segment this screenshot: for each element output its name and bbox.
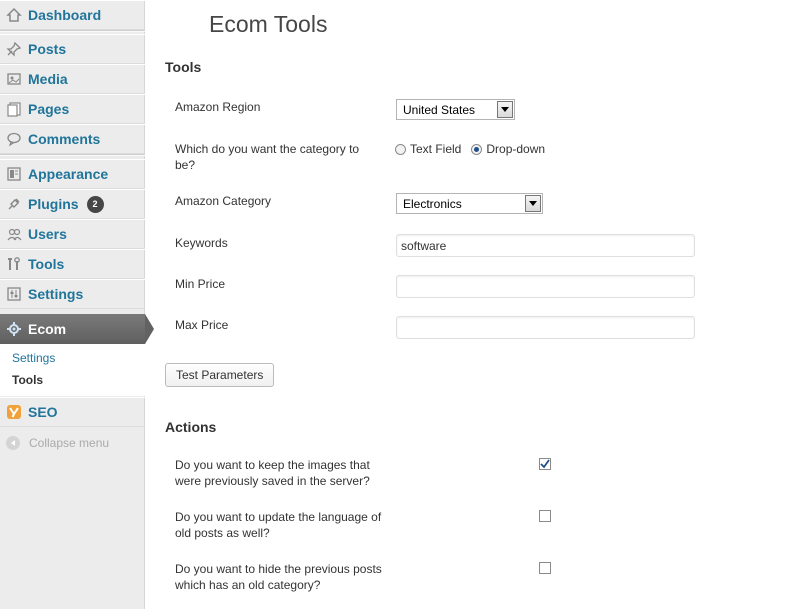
sidebar-item-media[interactable]: Media <box>0 64 145 94</box>
keywords-input[interactable] <box>396 234 695 257</box>
settings-icon <box>6 286 22 302</box>
pushpin-icon <box>6 41 22 57</box>
sidebar-item-pages[interactable]: Pages <box>0 94 145 124</box>
min-price-input[interactable] <box>396 275 695 298</box>
sidebar-item-label: Media <box>28 71 68 87</box>
sidebar-item-settings[interactable]: Settings <box>0 279 145 309</box>
sidebar-item-posts[interactable]: Posts <box>0 34 145 64</box>
radio-text-field[interactable] <box>395 143 406 155</box>
gear-icon <box>6 321 22 337</box>
comment-bubble-icon <box>6 131 22 147</box>
amazon-region-label: Amazon Region <box>175 100 261 114</box>
keep-images-label: Do you want to keep the images that were… <box>175 458 370 488</box>
submenu-item-settings[interactable]: Settings <box>12 351 55 365</box>
sidebar-item-dashboard[interactable]: Dashboard <box>0 0 145 30</box>
update-count-badge: 2 <box>86 195 104 213</box>
collapse-menu-label: Collapse menu <box>29 436 110 450</box>
sidebar-item-label: Plugins <box>28 196 79 212</box>
category-type-label: Which do you want the category to be? <box>175 142 360 172</box>
amazon-category-label: Amazon Category <box>175 194 272 208</box>
sidebar-item-users[interactable]: Users <box>0 219 145 249</box>
collapse-menu-button[interactable]: Collapse menu <box>6 436 109 450</box>
ecom-submenu: Settings Tools <box>0 344 145 396</box>
main-content: Ecom Tools Tools Amazon Region United St… <box>146 0 787 609</box>
sidebar-item-label: Pages <box>28 101 70 117</box>
sidebar-item-appearance[interactable]: Appearance <box>0 159 145 189</box>
amazon-region-value: United States <box>403 102 476 117</box>
tools-heading: Tools <box>165 59 202 75</box>
sidebar-item-label: Settings <box>28 286 84 302</box>
seo-logo-icon <box>6 404 22 420</box>
hide-posts-label: Do you want to hide the previous posts w… <box>175 562 382 592</box>
page-title: Ecom Tools <box>209 11 328 37</box>
radio-dropdown[interactable] <box>471 143 483 155</box>
sidebar-item-seo[interactable]: SEO <box>0 397 145 427</box>
users-icon <box>6 226 22 242</box>
admin-sidebar: Dashboard Posts Media Pages Comments App… <box>0 0 145 609</box>
actions-heading: Actions <box>165 419 217 435</box>
dashboard-icon <box>6 7 22 23</box>
sidebar-item-label: Ecom <box>28 321 67 337</box>
keywords-label: Keywords <box>175 236 228 250</box>
sidebar-item-label: SEO <box>28 404 58 420</box>
update-language-label: Do you want to update the language of ol… <box>175 510 382 540</box>
sidebar-item-label: Dashboard <box>28 7 102 23</box>
radio-dropdown-label: Drop-down <box>486 142 546 156</box>
amazon-category-value: Electronics <box>403 196 462 211</box>
radio-text-field-label: Text Field <box>410 142 462 156</box>
media-icon <box>6 71 22 87</box>
max-price-label: Max Price <box>175 318 229 332</box>
menu-separator <box>0 154 145 156</box>
sidebar-item-plugins[interactable]: Plugins 2 <box>0 189 145 219</box>
checkmark-icon <box>540 459 550 469</box>
sidebar-item-label: Posts <box>28 41 67 57</box>
hide-posts-checkbox[interactable] <box>539 562 551 574</box>
sidebar-item-label: Appearance <box>28 166 109 182</box>
sidebar-item-label: Tools <box>28 256 65 272</box>
sidebar-item-tools[interactable]: Tools <box>0 249 145 279</box>
plug-icon <box>6 196 22 212</box>
amazon-region-select[interactable]: United States <box>396 99 515 120</box>
radio-selected-dot <box>474 146 480 152</box>
category-type-radio-group: Text Field Drop-down <box>395 142 545 156</box>
keep-images-checkbox[interactable] <box>539 458 551 470</box>
amazon-category-select[interactable]: Electronics <box>396 193 543 214</box>
max-price-input[interactable] <box>396 316 695 339</box>
menu-separator <box>0 30 145 32</box>
dropdown-arrow-icon <box>497 101 513 118</box>
sidebar-item-comments[interactable]: Comments <box>0 124 145 154</box>
sidebar-item-label: Comments <box>28 131 101 147</box>
appearance-icon <box>6 166 22 182</box>
tools-icon <box>6 256 22 272</box>
update-language-checkbox[interactable] <box>539 510 551 522</box>
pages-icon <box>6 101 22 117</box>
sidebar-item-label: Users <box>28 226 67 242</box>
collapse-arrow-icon <box>6 436 20 450</box>
dropdown-arrow-icon <box>525 195 541 212</box>
min-price-label: Min Price <box>175 277 226 291</box>
sidebar-item-ecom[interactable]: Ecom <box>0 314 145 344</box>
test-parameters-button[interactable]: Test Parameters <box>165 363 275 387</box>
submenu-item-tools[interactable]: Tools <box>12 373 43 387</box>
